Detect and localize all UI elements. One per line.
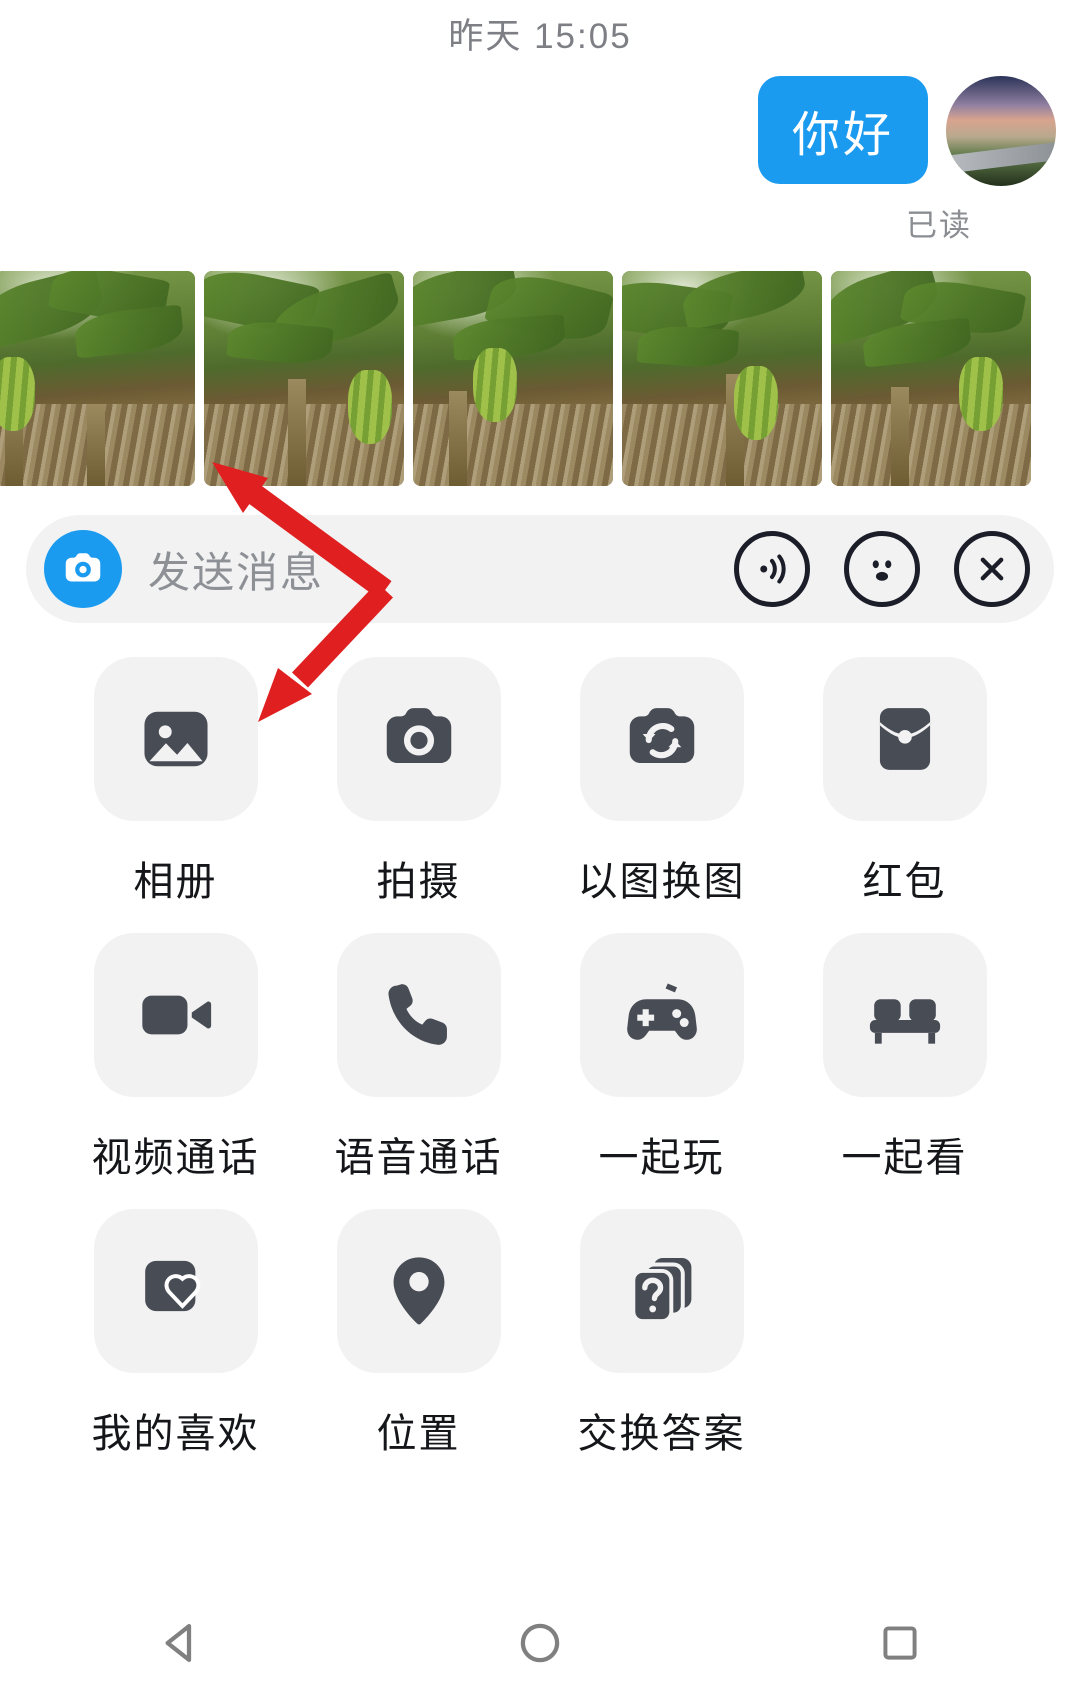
photo-album-icon[interactable] bbox=[93, 657, 258, 821]
trunk-shape bbox=[87, 404, 105, 486]
panel-item-red-packet[interactable]: 红包 bbox=[783, 657, 1026, 907]
message-input-bar[interactable]: 发送消息 bbox=[26, 515, 1054, 623]
panel-item-favorites[interactable]: 我的喜欢 bbox=[54, 1209, 297, 1459]
panel-item-label: 一起看 bbox=[841, 1136, 968, 1180]
panel-item-photo-swap[interactable]: 以图换图 bbox=[540, 657, 783, 907]
panel-item-label: 语音通话 bbox=[334, 1136, 503, 1180]
recents-square-icon[interactable] bbox=[840, 1598, 960, 1688]
red-packet-icon[interactable] bbox=[822, 657, 987, 821]
panel-item-label: 交换答案 bbox=[577, 1412, 746, 1456]
panel-item-exchange-answers[interactable]: 交换答案 bbox=[540, 1209, 783, 1459]
banana-bunch bbox=[473, 348, 517, 423]
panel-item-location[interactable]: 位置 bbox=[297, 1209, 540, 1459]
photo-thumbnail[interactable] bbox=[622, 271, 822, 486]
panel-item-album[interactable]: 相册 bbox=[54, 657, 297, 907]
message-bubble[interactable]: 你好 bbox=[757, 76, 928, 184]
banana-bunch bbox=[734, 365, 778, 440]
photo-swap-icon[interactable] bbox=[579, 657, 744, 821]
panel-item-label: 位置 bbox=[376, 1412, 461, 1456]
message-text: 你好 bbox=[791, 109, 894, 162]
video-call-icon[interactable] bbox=[93, 933, 258, 1097]
trunk-shape bbox=[891, 387, 909, 486]
emoji-face-icon[interactable] bbox=[844, 531, 920, 607]
status-badge: 已读 bbox=[906, 208, 972, 243]
camera-icon[interactable] bbox=[336, 657, 501, 821]
panel-item-label: 相册 bbox=[133, 860, 218, 904]
timestamp-text: 昨天 15:05 bbox=[448, 17, 632, 56]
camera-circle-icon[interactable] bbox=[44, 530, 122, 608]
avatar[interactable] bbox=[946, 76, 1056, 186]
panel-item-empty bbox=[783, 1209, 1026, 1459]
leaf-shape bbox=[636, 323, 740, 370]
panel-item-label: 视频通话 bbox=[91, 1136, 260, 1180]
panel-item-camera[interactable]: 拍摄 bbox=[297, 657, 540, 907]
back-triangle-icon[interactable] bbox=[120, 1598, 240, 1688]
phone-call-icon[interactable] bbox=[336, 933, 501, 1097]
panel-row: 相册 拍摄 以图换图 红包 bbox=[0, 657, 1080, 907]
panel-item-voice-call[interactable]: 语音通话 bbox=[297, 933, 540, 1183]
panel-item-label: 一起玩 bbox=[598, 1136, 725, 1180]
banana-bunch bbox=[348, 369, 392, 444]
panel-item-label: 红包 bbox=[862, 860, 947, 904]
ground-shape bbox=[622, 404, 822, 486]
message-input-placeholder[interactable]: 发送消息 bbox=[148, 539, 734, 600]
panel-item-label: 以图换图 bbox=[577, 860, 746, 904]
ground-shape bbox=[413, 404, 613, 486]
gamepad-icon[interactable] bbox=[579, 933, 744, 1097]
panel-row: 我的喜欢 位置 交换答案 bbox=[0, 1209, 1080, 1459]
panel-row: 视频通话 语音通话 一起玩 一起看 bbox=[0, 933, 1080, 1183]
favorite-heart-icon[interactable] bbox=[93, 1209, 258, 1373]
voice-wave-icon[interactable] bbox=[734, 531, 810, 607]
panel-item-label: 拍摄 bbox=[376, 860, 461, 904]
banana-grove-photos[interactable] bbox=[0, 271, 1080, 486]
location-pin-icon[interactable] bbox=[336, 1209, 501, 1373]
panel-item-label: 我的喜欢 bbox=[91, 1412, 260, 1456]
photo-thumbnail[interactable] bbox=[831, 271, 1031, 486]
photo-thumbnail[interactable] bbox=[0, 271, 195, 486]
panel-item-video-call[interactable]: 视频通话 bbox=[54, 933, 297, 1183]
question-cards-icon[interactable] bbox=[579, 1209, 744, 1373]
chat-screen: 昨天 15:05 你好 已读 发送消息 相册 拍摄 以图换图 红包 视频通话 语… bbox=[0, 0, 1080, 1707]
ground-shape bbox=[831, 404, 1031, 486]
panel-item-play-together[interactable]: 一起玩 bbox=[540, 933, 783, 1183]
trunk-shape bbox=[288, 378, 306, 486]
photo-thumbnail[interactable] bbox=[413, 271, 613, 486]
read-status-row: 已读 bbox=[0, 186, 1080, 245]
sofa-icon[interactable] bbox=[822, 933, 987, 1097]
message-timestamp: 昨天 15:05 bbox=[0, 0, 1080, 56]
input-bar-actions bbox=[734, 531, 1030, 607]
home-circle-icon[interactable] bbox=[480, 1598, 600, 1688]
outgoing-message-row: 你好 bbox=[0, 52, 1080, 186]
photo-thumbnail[interactable] bbox=[204, 271, 404, 486]
attachment-panel: 相册 拍摄 以图换图 红包 视频通话 语音通话 一起玩 一起看 我的喜欢 位置 … bbox=[0, 623, 1080, 1459]
banana-bunch bbox=[959, 357, 1003, 431]
close-x-icon[interactable] bbox=[954, 531, 1030, 607]
android-navigation-bar bbox=[0, 1579, 1080, 1707]
panel-item-watch-together[interactable]: 一起看 bbox=[783, 933, 1026, 1183]
trunk-shape bbox=[449, 391, 467, 486]
